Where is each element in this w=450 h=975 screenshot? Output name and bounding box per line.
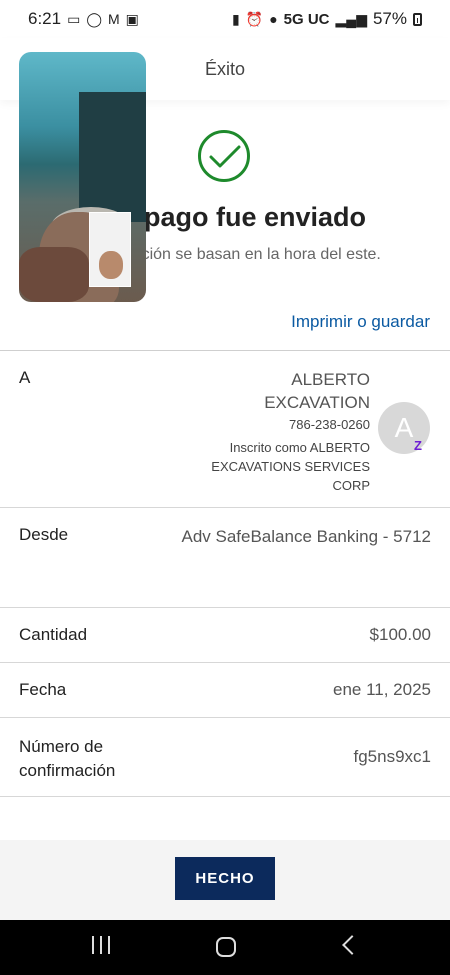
checkmark-glyph [209, 145, 241, 168]
battery-saver-icon: ▮ [232, 10, 240, 27]
recipient-label: A [19, 368, 31, 387]
location-icon: ● [269, 11, 278, 27]
whatsapp-icon: ◯ [86, 10, 102, 27]
divider [0, 507, 450, 508]
recipient-phone: 786-238-0260 [289, 417, 370, 432]
recipient-enrolled-as: Inscrito como ALBERTO EXCAVATIONS SERVIC… [211, 440, 370, 493]
video-icon: ▭ [67, 10, 81, 27]
amount-label: Cantidad [19, 625, 88, 644]
alarm-icon: ⏰ [245, 10, 264, 27]
amount-value: $100.00 [369, 625, 431, 644]
success-check-icon [198, 130, 250, 182]
zelle-badge-icon: Z [414, 438, 422, 453]
status-right: ▮ ⏰ ● 5G UC ▂▄▆ 57% [232, 9, 422, 29]
self-view-thumbnail[interactable] [89, 212, 131, 287]
battery-percent: 57% [372, 9, 407, 28]
battery-icon [413, 12, 422, 26]
signal-icon: ▂▄▆ [335, 10, 367, 27]
done-button[interactable]: HECHO [175, 857, 275, 900]
video-background [79, 92, 146, 222]
print-or-save-link[interactable]: Imprimir o guardar [291, 312, 430, 332]
video-person-hand [19, 247, 89, 302]
page-title: Éxito [204, 58, 246, 79]
divider [0, 350, 450, 351]
home-icon[interactable] [216, 937, 236, 957]
avatar: A [378, 402, 430, 454]
date-label: Fecha [19, 680, 67, 699]
confirmation-number-value: fg5ns9xc1 [353, 747, 432, 766]
divider [0, 662, 450, 663]
date-value: ene 11, 2025 [333, 680, 431, 699]
from-label: Desde [19, 525, 69, 544]
confirmation-number-label: Número de confirmación [19, 737, 116, 780]
divider [0, 717, 450, 718]
video-call-overlay[interactable] [19, 52, 146, 302]
divider [0, 796, 450, 797]
recent-apps-icon[interactable] [92, 936, 110, 954]
gallery-icon: ▣ [125, 10, 139, 27]
recipient-name: ALBERTO EXCAVATION [264, 370, 370, 412]
divider [0, 607, 450, 608]
self-view-face [99, 251, 123, 279]
status-bar: 6:21 ▭ ◯ M ▣ ▮ ⏰ ● 5G UC ▂▄▆ 57% [0, 0, 450, 38]
gmail-icon: M [108, 11, 120, 27]
status-time: 6:21 [28, 9, 62, 28]
from-value: Adv SafeBalance Banking - 5712 [181, 527, 431, 546]
status-left: 6:21 ▭ ◯ M ▣ [28, 9, 139, 29]
network-type: 5G UC [283, 10, 330, 28]
